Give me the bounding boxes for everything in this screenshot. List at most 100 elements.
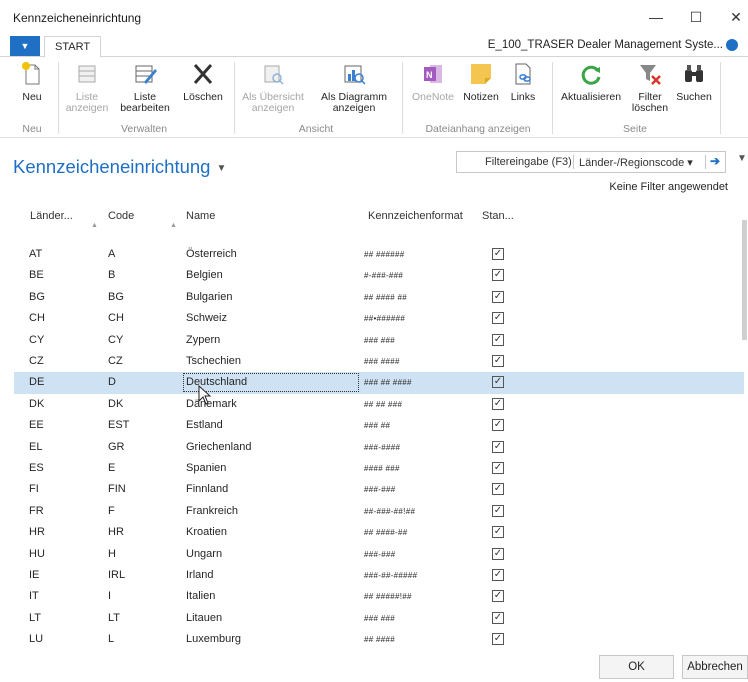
- standard-checkbox[interactable]: ✓: [492, 611, 504, 624]
- cell-format[interactable]: ## ####: [364, 635, 395, 644]
- column-header-land[interactable]: Länder...: [30, 210, 73, 222]
- cell-name[interactable]: Zypern: [186, 334, 220, 346]
- cell-code[interactable]: CY: [108, 334, 123, 346]
- filter-go-arrow-icon[interactable]: ➔: [710, 154, 720, 168]
- cell-name[interactable]: Luxemburg: [186, 633, 241, 645]
- cell-land[interactable]: EE: [29, 419, 44, 431]
- onenote-button[interactable]: N OneNote: [408, 58, 458, 103]
- edit-list-button[interactable]: Liste bearbeiten: [120, 58, 170, 114]
- cell-name[interactable]: Litauen: [186, 612, 222, 624]
- cell-code[interactable]: IRL: [108, 569, 125, 581]
- table-row[interactable]: EL GR Griechenland ###-#### ✓: [14, 437, 744, 458]
- cell-format[interactable]: #-###-###: [364, 271, 403, 280]
- table-row[interactable]: LU L Luxemburg ## #### ✓: [14, 629, 744, 646]
- cell-format[interactable]: ###-##-#####: [364, 571, 417, 580]
- search-button[interactable]: Suchen: [674, 58, 714, 103]
- standard-checkbox[interactable]: ✓: [492, 397, 504, 410]
- cell-code[interactable]: DK: [108, 398, 123, 410]
- table-row[interactable]: AT A Österreich ## ###### ✓: [14, 244, 744, 265]
- cell-name[interactable]: Kroatien: [186, 526, 227, 538]
- cell-land[interactable]: HR: [29, 526, 45, 538]
- cancel-button[interactable]: Abbrechen: [682, 655, 748, 679]
- table-row[interactable]: FI FIN Finnland ###-### ✓: [14, 479, 744, 500]
- show-as-chart-button[interactable]: Als Diagramm anzeigen: [314, 58, 394, 114]
- standard-checkbox[interactable]: ✓: [492, 376, 504, 389]
- cell-land[interactable]: ES: [29, 462, 44, 474]
- filter-field-select[interactable]: Länder-/Regionscode ▾: [579, 156, 693, 169]
- cell-land[interactable]: LU: [29, 633, 43, 645]
- cell-format[interactable]: ###-###: [364, 485, 395, 494]
- cell-format[interactable]: ###-####: [364, 443, 400, 452]
- table-row[interactable]: BG BG Bulgarien ## #### ## ✓: [14, 287, 744, 308]
- cell-code[interactable]: D: [108, 376, 116, 388]
- cell-land[interactable]: FR: [29, 505, 44, 517]
- cell-land[interactable]: CZ: [29, 355, 44, 367]
- cell-name[interactable]: Estland: [186, 419, 223, 431]
- column-header-name[interactable]: Name: [186, 210, 215, 222]
- close-button[interactable]: ✕: [722, 6, 748, 28]
- cell-format[interactable]: ### ####: [364, 357, 400, 366]
- cell-land[interactable]: DK: [29, 398, 44, 410]
- filter-input[interactable]: Filtereingabe (F3): [485, 156, 572, 168]
- maximize-button[interactable]: ☐: [682, 6, 710, 28]
- minimize-button[interactable]: —: [642, 6, 670, 28]
- cell-code[interactable]: L: [108, 633, 114, 645]
- standard-checkbox[interactable]: ✓: [492, 290, 504, 303]
- table-row[interactable]: IE IRL Irland ###-##-##### ✓: [14, 565, 744, 586]
- cell-code[interactable]: B: [108, 269, 115, 281]
- table-row[interactable]: HR HR Kroatien ## ####-## ✓: [14, 522, 744, 543]
- cell-format[interactable]: ### ###: [364, 614, 395, 623]
- cell-name[interactable]: Finnland: [186, 483, 228, 495]
- cell-land[interactable]: IT: [29, 590, 39, 602]
- standard-checkbox[interactable]: ✓: [492, 483, 504, 496]
- ok-button[interactable]: OK: [599, 655, 674, 679]
- cell-code[interactable]: FIN: [108, 483, 126, 495]
- cell-code[interactable]: HR: [108, 526, 124, 538]
- standard-checkbox[interactable]: ✓: [492, 633, 504, 646]
- show-as-overview-button[interactable]: Als Übersicht anzeigen: [238, 58, 308, 114]
- cell-name[interactable]: Frankreich: [186, 505, 238, 517]
- tab-start[interactable]: START: [44, 36, 102, 58]
- cell-name[interactable]: Irland: [186, 569, 214, 581]
- cell-land[interactable]: EL: [29, 441, 42, 453]
- cell-format[interactable]: ## #### ##: [364, 293, 407, 302]
- standard-checkbox[interactable]: ✓: [492, 355, 504, 367]
- cell-name[interactable]: Schweiz: [186, 312, 227, 324]
- cell-format[interactable]: ## #####!##: [364, 592, 412, 601]
- cell-land[interactable]: IE: [29, 569, 39, 581]
- scrollbar-thumb[interactable]: [742, 220, 747, 340]
- vertical-scrollbar[interactable]: [742, 210, 747, 640]
- cell-land[interactable]: DE: [29, 376, 44, 388]
- cell-land[interactable]: BE: [29, 269, 44, 281]
- standard-checkbox[interactable]: ✓: [492, 248, 504, 260]
- cell-land[interactable]: LT: [29, 612, 41, 624]
- cell-format[interactable]: ### ## ####: [364, 378, 412, 387]
- cell-format[interactable]: ##•######: [364, 314, 405, 323]
- cell-code[interactable]: E: [108, 462, 115, 474]
- delete-button[interactable]: Löschen: [180, 58, 226, 103]
- cell-name[interactable]: Österreich: [186, 248, 237, 260]
- table-row[interactable]: CZ CZ Tschechien ### #### ✓: [14, 351, 744, 372]
- chevron-down-icon[interactable]: ▼: [737, 153, 747, 164]
- cell-code[interactable]: LT: [108, 612, 120, 624]
- cell-land[interactable]: FI: [29, 483, 39, 495]
- standard-checkbox[interactable]: ✓: [492, 269, 504, 282]
- standard-checkbox[interactable]: ✓: [492, 440, 504, 453]
- table-row[interactable]: EE EST Estland ### ## ✓: [14, 415, 744, 436]
- cell-format[interactable]: ##-###-##!##: [364, 507, 415, 516]
- table-row[interactable]: BE B Belgien #-###-### ✓: [14, 265, 744, 286]
- table-row[interactable]: DE D Deutschland ### ## #### ✓: [14, 372, 744, 394]
- standard-checkbox[interactable]: ✓: [492, 526, 504, 539]
- notes-button[interactable]: Notizen: [461, 58, 501, 103]
- cell-land[interactable]: AT: [29, 248, 42, 260]
- cell-code[interactable]: GR: [108, 441, 125, 453]
- standard-checkbox[interactable]: ✓: [492, 569, 504, 581]
- cell-land[interactable]: CY: [29, 334, 44, 346]
- cell-land[interactable]: CH: [29, 312, 45, 324]
- cell-name[interactable]: Italien: [186, 590, 215, 602]
- cell-code[interactable]: CZ: [108, 355, 123, 367]
- standard-checkbox[interactable]: ✓: [492, 419, 504, 432]
- table-row[interactable]: DK DK Dänemark ## ## ### ✓: [14, 394, 744, 415]
- cell-land[interactable]: BG: [29, 291, 45, 303]
- cell-name[interactable]: Bulgarien: [186, 291, 232, 303]
